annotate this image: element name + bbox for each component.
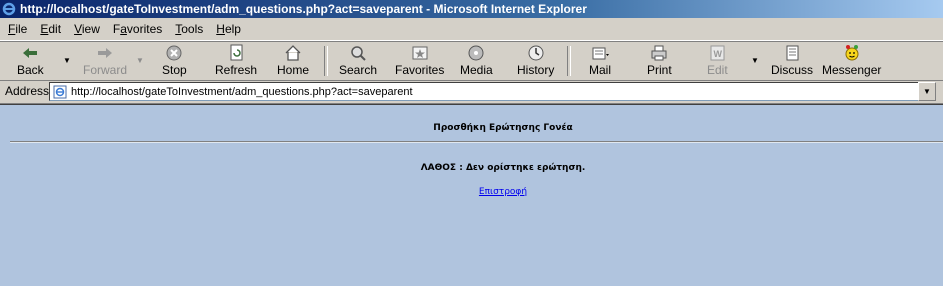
mail-icon (592, 47, 609, 60)
search-label: Search (339, 63, 378, 77)
menu-bar: File Edit View Favorites Tools Help (0, 18, 943, 41)
address-bar: Address http://localhost/gateToInvestmen… (0, 80, 943, 104)
messenger-icon (845, 45, 859, 61)
back-link[interactable]: Επιστροφή (0, 187, 943, 197)
stop-icon (166, 45, 182, 61)
page-heading: Προσθήκη Ερώτησης Γονέα (433, 123, 573, 133)
edit-dropdown-icon[interactable]: ▼ (751, 56, 759, 65)
menu-help[interactable]: Help (208, 22, 246, 36)
media-icon (468, 45, 484, 61)
address-dropdown-button[interactable]: ▼ (918, 82, 936, 101)
print-label: Print (647, 63, 672, 77)
mail-label: Mail (589, 63, 612, 77)
menu-view[interactable]: View (66, 22, 105, 36)
search-button[interactable]: Search (339, 44, 377, 78)
address-input[interactable]: http://localhost/gateToInvestment/adm_qu… (49, 82, 919, 101)
back-arrow-icon (23, 48, 38, 58)
chevron-down-icon: ▼ (923, 87, 931, 96)
window-title: http://localhost/gateToInvestment/adm_qu… (20, 2, 587, 16)
error-message: ΛΑΘΟΣ : Δεν ορίστηκε ερώτηση. (420, 163, 586, 173)
printer-icon (651, 45, 667, 61)
history-button[interactable]: History (517, 44, 554, 78)
forward-button[interactable]: Forward (83, 44, 127, 78)
stop-button[interactable]: Stop (162, 44, 187, 78)
forward-arrow-icon (98, 48, 112, 58)
menu-tools[interactable]: Tools (167, 22, 208, 36)
mail-button[interactable]: Mail (589, 44, 611, 78)
refresh-label: Refresh (215, 63, 258, 77)
menu-file[interactable]: File (0, 22, 32, 36)
edit-label: Edit (707, 63, 728, 77)
print-button[interactable]: Print (647, 44, 672, 78)
stop-label: Stop (162, 63, 187, 77)
discuss-button[interactable]: Discuss (771, 44, 813, 78)
search-icon (351, 46, 366, 61)
edit-button[interactable]: W Edit (707, 44, 728, 78)
toolbar-separator (324, 46, 328, 76)
address-label: Address (5, 84, 50, 98)
favorites-label: Favorites (395, 63, 445, 77)
history-icon (528, 45, 544, 61)
toolbar: Back ▼ Forward ▼ Stop Refresh Home Searc… (0, 41, 943, 81)
back-button[interactable]: Back (17, 44, 44, 78)
menu-edit[interactable]: Edit (32, 22, 66, 36)
favorites-button[interactable]: Favorites (395, 44, 444, 78)
forward-dropdown-icon[interactable]: ▼ (136, 56, 144, 65)
horizontal-rule (10, 141, 943, 143)
toolbar-separator (567, 46, 571, 76)
refresh-button[interactable]: Refresh (215, 44, 257, 78)
home-label: Home (277, 63, 310, 77)
menu-favorites[interactable]: Favorites (105, 22, 167, 36)
back-label: Back (17, 63, 44, 77)
media-button[interactable]: Media (460, 44, 493, 78)
media-label: Media (460, 63, 493, 77)
word-edit-icon: W (710, 45, 725, 61)
page-content: Προσθήκη Ερώτησης Γονέα ΛΑΘΟΣ : Δεν ορίσ… (0, 104, 943, 286)
address-url: http://localhost/gateToInvestment/adm_qu… (71, 85, 413, 98)
title-bar: http://localhost/gateToInvestment/adm_qu… (0, 0, 943, 18)
history-label: History (517, 63, 555, 77)
home-icon (285, 45, 301, 61)
home-button[interactable]: Home (277, 44, 309, 78)
ie-logo-icon (2, 2, 16, 16)
forward-label: Forward (83, 63, 128, 77)
favorites-star-icon (412, 46, 428, 60)
messenger-button[interactable]: Messenger (822, 44, 881, 78)
svg-text:W: W (714, 49, 723, 59)
refresh-icon (230, 44, 243, 61)
discuss-label: Discuss (771, 63, 814, 77)
back-dropdown-icon[interactable]: ▼ (63, 56, 71, 65)
page-icon (53, 85, 67, 98)
discuss-icon (786, 45, 799, 61)
messenger-label: Messenger (822, 63, 882, 77)
